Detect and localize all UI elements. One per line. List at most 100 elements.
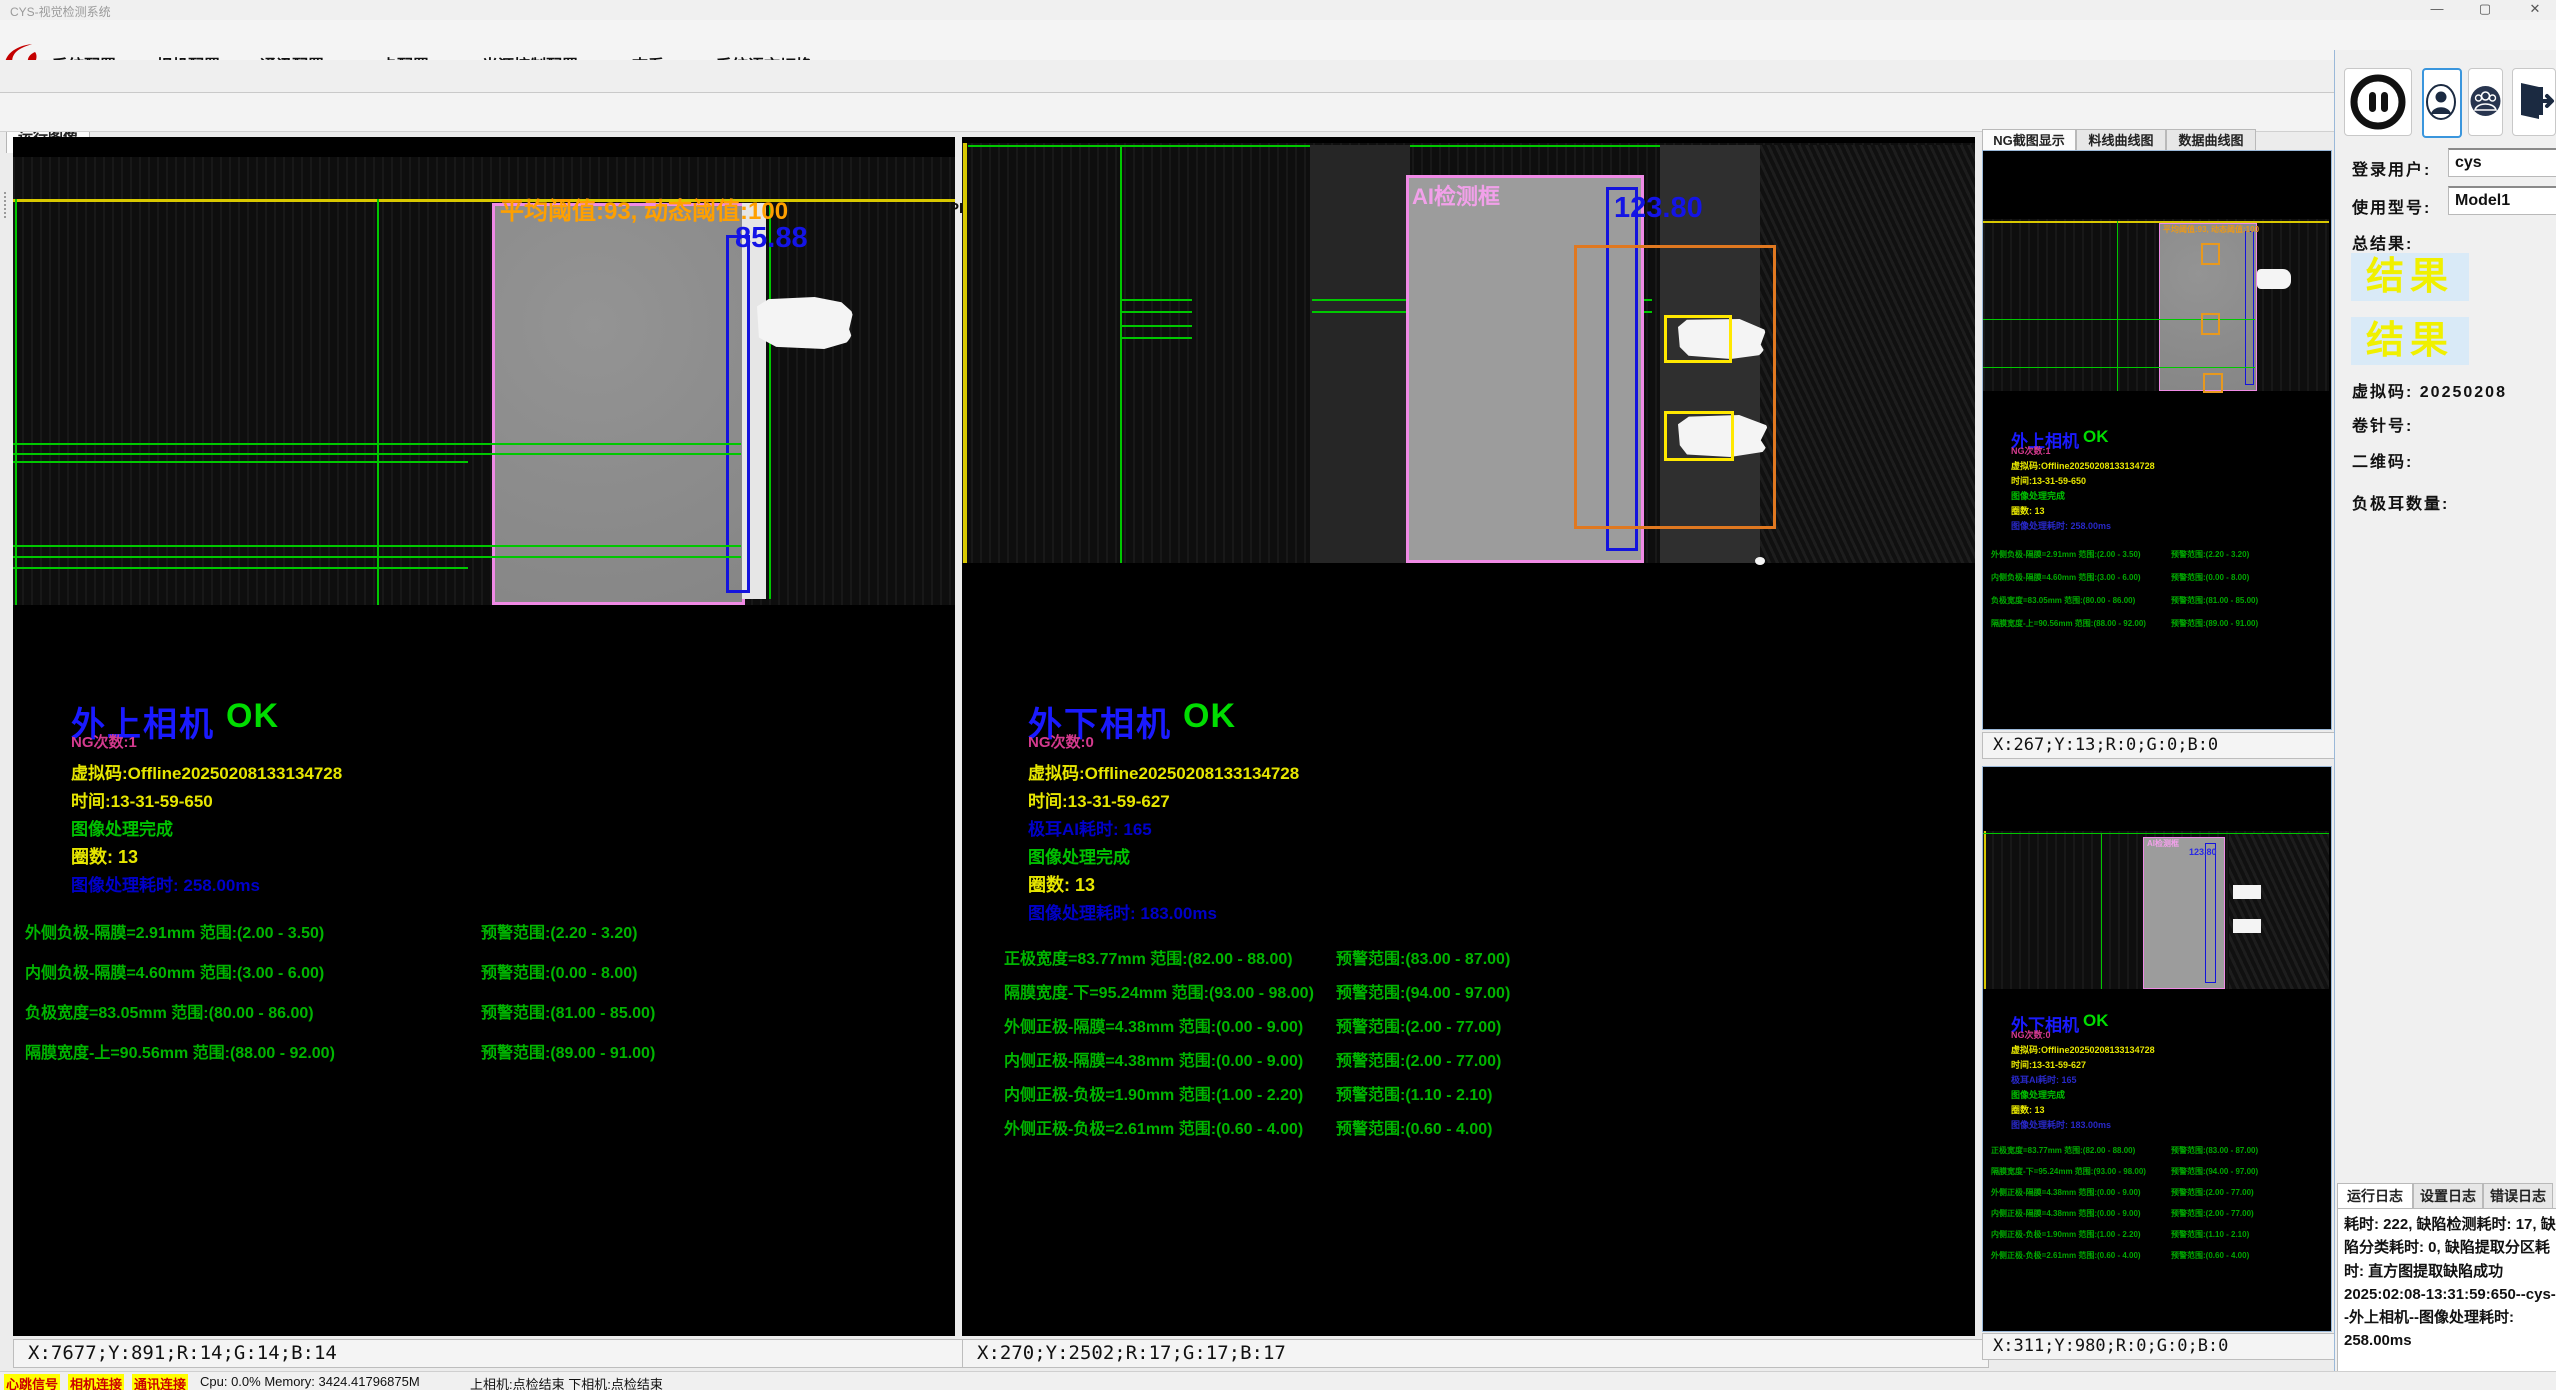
upper-metal-tab-blob xyxy=(757,297,853,349)
lower-green-hline xyxy=(1120,325,1192,327)
thumb-top-yellow-line xyxy=(1983,221,2329,223)
lower-process-elapsed: 图像处理耗时: 183.00ms xyxy=(1028,899,1217,924)
cpu-memory-status: Cpu: 0.0% Memory: 3424.41796875M xyxy=(200,1374,420,1389)
thumb-bot-machinery xyxy=(2229,834,2329,989)
upper-measure-warn: 预警范围:(2.20 - 3.20) xyxy=(481,919,638,943)
upper-process-elapsed: 图像处理耗时: 258.00ms xyxy=(71,871,260,896)
model-input[interactable]: Model1 xyxy=(2448,186,2556,215)
thumb-bot-ng: NG次数:0 xyxy=(2011,1028,2051,1041)
lower-measure-warn: 预警范围:(0.60 - 4.00) xyxy=(1336,1115,1493,1139)
lower-yellow-tab-box-1 xyxy=(1664,315,1732,363)
tab-setting-log[interactable]: 设置日志 xyxy=(2413,1183,2483,1209)
upper-green-hline xyxy=(13,443,741,445)
statusbar: 心跳信号 相机连接 通讯连接 Cpu: 0.0% Memory: 3424.41… xyxy=(0,1371,2556,1390)
thumb-top-defect-box xyxy=(2201,243,2220,265)
pause-icon xyxy=(2345,69,2411,135)
titlebar: CYS-视觉检测系统 — ▢ ✕ xyxy=(0,0,2556,20)
menubar: 系统配置 相机配置 通讯配置 IO卡配置 ▾ 光源控制配置 ▾ 查看 ▾ 系统语… xyxy=(0,20,2556,60)
thumb-bot-meas: 预警范围:(1.10 - 2.10) xyxy=(2171,1229,2249,1240)
tab-error-log[interactable]: 错误日志 xyxy=(2483,1183,2553,1209)
thumb-bot-elapsed: 图像处理耗时: 183.00ms xyxy=(2011,1118,2111,1131)
tab-ng-screenshot[interactable]: NG截图显示 xyxy=(1982,129,2076,151)
upper-coords-bar: X:7677;Y:891;R:14;G:14;B:14 xyxy=(13,1339,969,1368)
needle-label: 卷针号: xyxy=(2352,412,2413,436)
login-user-label: 登录用户: xyxy=(2352,156,2431,180)
thumb-top-threshold: 平均阈值:93, 动态阈值:100 xyxy=(2163,224,2259,235)
thumb-top-done: 图像处理完成 xyxy=(2011,489,2065,502)
run-log-textarea[interactable]: 耗时: 222, 缺陷检测耗时: 17, 缺陷分类耗时: 0, 缺陷提取分区耗时… xyxy=(2337,1208,2556,1390)
thumb-top-code: 虚拟码:Offline20250208133134728 xyxy=(2011,459,2155,472)
app-window: CYS-视觉检测系统 — ▢ ✕ 系统配置 相机配置 通讯配置 IO卡配置 ▾ … xyxy=(0,0,2556,1390)
thumb-top-meas: 负极宽度=83.05mm 范围:(80.00 - 86.00) xyxy=(1991,595,2135,606)
thumb-bot-meas: 隔膜宽度-下=95.24mm 范围:(93.00 - 98.00) xyxy=(1991,1166,2146,1177)
lower-measure-warn: 预警范围:(2.00 - 77.00) xyxy=(1336,1047,1501,1071)
lower-measure-warn: 预警范围:(1.10 - 2.10) xyxy=(1336,1081,1493,1105)
exit-door-icon xyxy=(2513,69,2555,133)
thumb-bot-meas: 预警范围:(2.00 - 77.00) xyxy=(2171,1187,2254,1198)
neg-tab-count-label: 负极耳数量: xyxy=(2352,490,2449,514)
pause-button[interactable] xyxy=(2344,68,2412,136)
lower-yellow-tab-box-2 xyxy=(1664,411,1734,461)
comm-connect-badge: 通讯连接 xyxy=(132,1374,188,1390)
minimize-button[interactable]: — xyxy=(2422,1,2452,19)
exit-button[interactable] xyxy=(2512,68,2556,136)
lower-process-done: 图像处理完成 xyxy=(1028,843,1130,868)
camera-check-status: 上相机:点检结束 下相机:点检结束 xyxy=(470,1374,663,1390)
thumb-top-ng: NG次数:1 xyxy=(2011,444,2051,457)
upper-camera-film-strip xyxy=(13,157,955,605)
thumb-bot-time: 时间:13-31-59-627 xyxy=(2011,1058,2086,1071)
thumb-bot-meas: 预警范围:(2.00 - 77.00) xyxy=(2171,1208,2254,1219)
thumb-bot-metal-tab-1 xyxy=(2233,885,2261,899)
thumb-top-time: 时间:13-31-59-650 xyxy=(2011,474,2086,487)
thumb-top-ok: OK xyxy=(2083,427,2109,447)
thumb-bot-meas: 预警范围:(83.00 - 87.00) xyxy=(2171,1145,2258,1156)
lower-yellow-edge-line xyxy=(963,143,967,563)
thumb-bot-loops: 圈数: 13 xyxy=(2011,1103,2045,1116)
thumb-top-strip xyxy=(1983,219,2329,391)
thumb-bot-meas: 外侧正极-负极=2.61mm 范围:(0.60 - 4.00) xyxy=(1991,1250,2141,1261)
thumb-top-meas: 预警范围:(0.00 - 8.00) xyxy=(2171,572,2249,583)
thumb-bot-meas: 外侧正极-隔膜=4.38mm 范围:(0.00 - 9.00) xyxy=(1991,1187,2141,1198)
thumb-top-defect-box xyxy=(2203,373,2223,393)
upper-measure-warn: 预警范围:(81.00 - 85.00) xyxy=(481,999,655,1023)
close-button[interactable]: ✕ xyxy=(2520,1,2550,19)
toolbar-grip[interactable] xyxy=(4,192,10,218)
upper-green-hline xyxy=(13,545,741,547)
thumb-bot-ai-label: AI检测框 xyxy=(2147,838,2179,849)
thumb-top-green-vline xyxy=(2117,221,2118,391)
lower-measure-value-overlay: 123.80 xyxy=(1614,192,1703,225)
thumb-top-meas: 预警范围:(81.00 - 85.00) xyxy=(2171,595,2258,606)
users-group-button[interactable] xyxy=(2468,68,2503,136)
lower-green-hline xyxy=(1120,337,1192,339)
view-tab-row: 运行图像 xyxy=(0,60,2556,93)
upper-time: 时间:13-31-59-650 xyxy=(71,787,213,812)
lower-measure-warn: 预警范围:(2.00 - 77.00) xyxy=(1336,1013,1501,1037)
tab-data-curve[interactable]: 数据曲线图 xyxy=(2166,129,2256,151)
upper-camera-result: OK xyxy=(226,697,279,736)
window-title: CYS-视觉检测系统 xyxy=(10,3,111,20)
virtual-code-value: 虚拟码: 20250208 xyxy=(2352,378,2507,402)
thumb-top-elapsed: 图像处理耗时: 258.00ms xyxy=(2011,519,2111,532)
thumb-top-blue-box xyxy=(2245,231,2254,385)
user-login-button[interactable] xyxy=(2422,68,2462,138)
result-box-lower: 结果 xyxy=(2351,317,2469,365)
lower-white-dot xyxy=(1755,557,1765,565)
result-box-upper: 结果 xyxy=(2351,253,2469,301)
upper-camera-thumbnail[interactable]: 平均阈值:93, 动态阈值:100 外上相机 OK NG次数:1 虚拟码:Off… xyxy=(1982,150,2332,730)
tab-run-log[interactable]: 运行日志 xyxy=(2337,1183,2413,1209)
lower-camera-image-panel[interactable]: AI检测框 123.80 外下相机 OK NG次数:0 虚拟码:Offline2… xyxy=(962,137,1975,1336)
upper-camera-image-panel[interactable]: 平均阈值:93, 动态阈值:100 85.88 外上相机 OK NG次数:1 虚… xyxy=(13,137,955,1336)
thumb-top-meas: 外侧负极-隔膜=2.91mm 范围:(2.00 - 3.50) xyxy=(1991,549,2141,560)
maximize-button[interactable]: ▢ xyxy=(2470,1,2500,19)
lower-camera-result: OK xyxy=(1183,697,1236,736)
login-user-input[interactable]: cys xyxy=(2448,148,2556,177)
lower-machinery-band xyxy=(1310,145,1410,563)
thumb-top-meas: 预警范围:(89.00 - 91.00) xyxy=(2171,618,2258,629)
thumb-bot-ai-time: 极耳AI耗时: 165 xyxy=(2011,1073,2077,1086)
tab-line-curve[interactable]: 料线曲线图 xyxy=(2076,129,2166,151)
lower-coords-bar: X:270;Y:2502;R:17;G:17;B:17 xyxy=(962,1339,1989,1368)
lower-camera-thumbnail[interactable]: AI检测框 123.80 外下相机 OK NG次数:0 虚拟码:Offline2… xyxy=(1982,766,2332,1332)
upper-green-hline xyxy=(13,556,741,558)
thumb-top-meas: 隔膜宽度-上=90.56mm 范围:(88.00 - 92.00) xyxy=(1991,618,2146,629)
upper-ng-count: NG次数:1 xyxy=(71,731,137,752)
